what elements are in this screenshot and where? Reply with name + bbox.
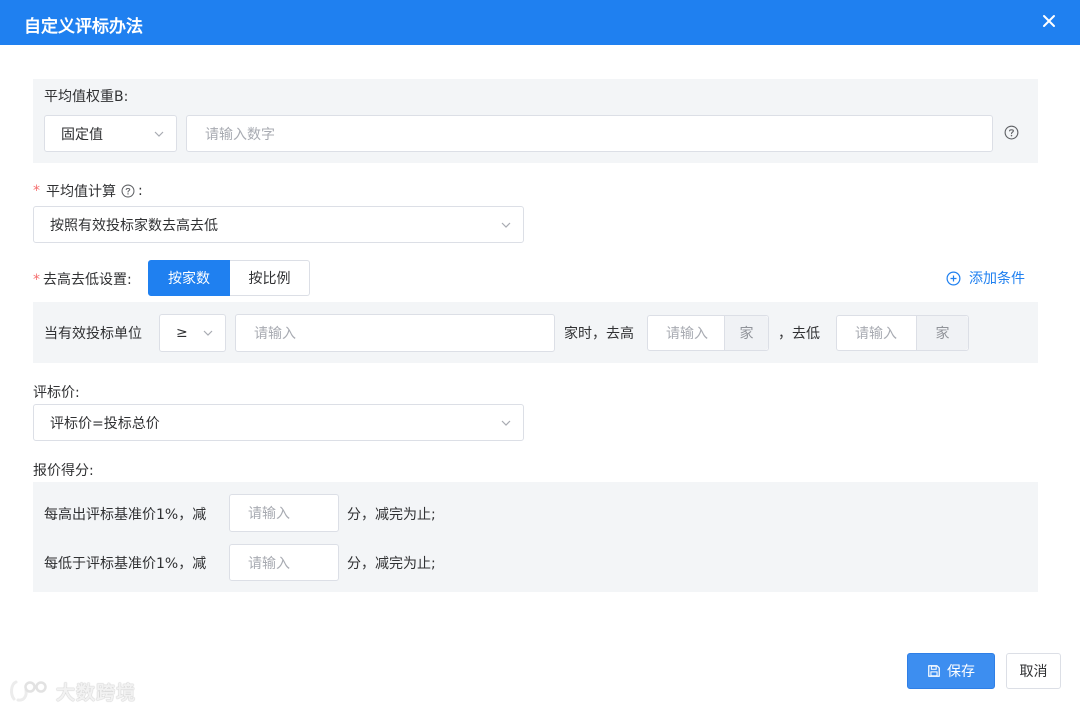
score-row-suffix: 分，减完为止; (347, 507, 436, 523)
avg-weight-input[interactable]: 请输入数字 (186, 115, 993, 152)
watermark-icon (10, 680, 47, 702)
cancel-button[interactable]: 取消 (1006, 653, 1061, 689)
condition-sep: ，去低 (778, 326, 820, 342)
operator-value: ≥ (176, 325, 188, 341)
condition-middle: 家时，去高 (564, 326, 634, 342)
score-row-prefix: 每高出评标基准价1%，减 (44, 507, 207, 523)
condition-prefix: 当有效投标单位 (44, 326, 142, 342)
chevron-down-icon (203, 330, 213, 336)
dialog-header: 自定义评标办法 (0, 0, 1080, 45)
avg-weight-label: 平均值权重B: (44, 89, 129, 105)
remove-low-input[interactable]: 请输入 家 (836, 315, 969, 351)
trim-label-row: * 去高去低设置: (33, 269, 132, 289)
deduct-high-input[interactable]: 请输入 (229, 494, 339, 532)
question-circle-icon[interactable] (1004, 125, 1019, 140)
chevron-down-icon (501, 222, 511, 228)
bidder-count-input[interactable]: 请输入 (235, 314, 555, 352)
score-row-suffix: 分，减完为止; (347, 556, 436, 572)
tab-by-count[interactable]: 按家数 (148, 260, 230, 296)
close-icon[interactable] (1038, 10, 1060, 32)
avg-calc-select[interactable]: 按照有效投标家数去高去低 (33, 206, 524, 243)
avg-weight-mode-value: 固定值 (61, 126, 103, 143)
remove-high-placeholder: 请输入 (666, 326, 708, 342)
add-condition-button[interactable]: 添加条件 (946, 268, 1025, 288)
avg-weight-mode-select[interactable]: 固定值 (44, 115, 177, 152)
score-panel (33, 482, 1038, 592)
avg-weight-placeholder: 请输入数字 (205, 126, 275, 143)
bidder-count-placeholder: 请输入 (254, 326, 296, 342)
deduct-low-input[interactable]: 请输入 (229, 544, 339, 581)
deduct-low-placeholder: 请输入 (248, 555, 290, 572)
plus-circle-icon (946, 271, 961, 285)
add-condition-label: 添加条件 (969, 271, 1025, 287)
save-button[interactable]: 保存 (907, 653, 995, 689)
watermark-logo: 大数跨境 (8, 676, 136, 706)
question-circle-icon[interactable] (121, 184, 135, 198)
avg-calc-label: 平均值计算 (46, 184, 116, 200)
avg-calc-label-row: * 平均值计算 : (33, 181, 143, 201)
bid-price-select[interactable]: 评标价=投标总价 (33, 404, 524, 441)
save-label: 保存 (947, 664, 975, 680)
remove-low-unit: 家 (916, 316, 968, 350)
trim-label: 去高去低设置: (43, 272, 132, 288)
watermark-text: 大数跨境 (56, 681, 137, 704)
avg-calc-colon: : (138, 183, 143, 199)
required-mark: * (33, 272, 40, 288)
dialog-title: 自定义评标办法 (24, 17, 143, 37)
required-mark: * (33, 183, 40, 199)
avg-calc-value: 按照有效投标家数去高去低 (50, 217, 218, 234)
tab-by-ratio[interactable]: 按比例 (230, 260, 310, 296)
bid-price-label: 评标价: (33, 385, 80, 401)
remove-high-input[interactable]: 请输入 家 (647, 315, 769, 351)
deduct-high-placeholder: 请输入 (248, 506, 290, 522)
operator-select[interactable]: ≥ (159, 314, 226, 352)
bid-price-value: 评标价=投标总价 (50, 415, 160, 432)
score-label: 报价得分: (33, 463, 94, 479)
chevron-down-icon (501, 420, 511, 426)
save-icon (928, 665, 940, 677)
chevron-down-icon (154, 131, 164, 137)
score-row-prefix: 每低于评标基准价1%，减 (44, 556, 207, 572)
remove-low-placeholder: 请输入 (855, 326, 897, 342)
remove-high-unit: 家 (724, 316, 768, 350)
